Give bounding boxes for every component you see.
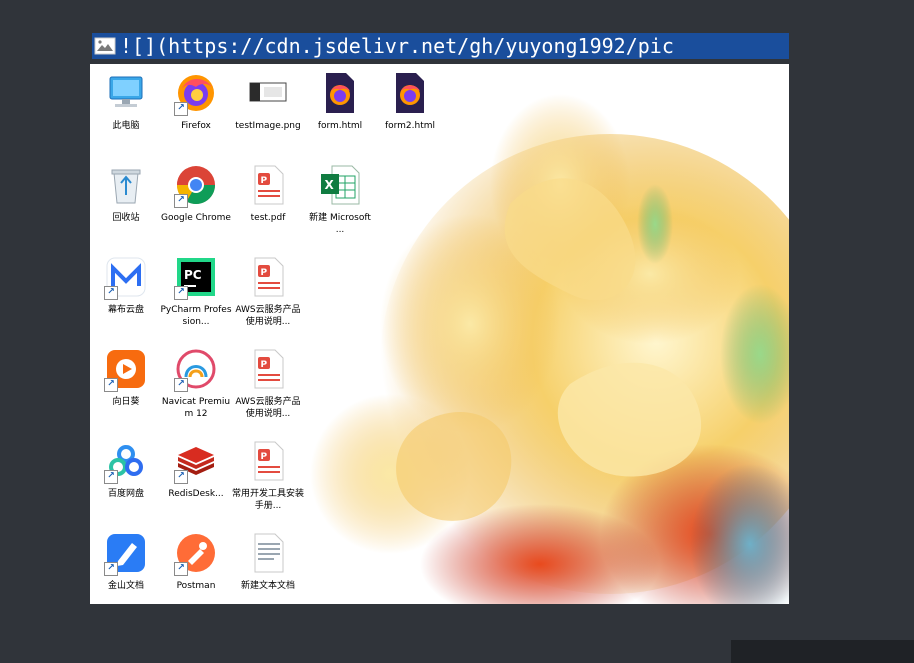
desktop-icon-label: form2.html bbox=[384, 121, 436, 131]
desktop-icon-postman[interactable]: ↗ Postman bbox=[160, 530, 232, 604]
shortcut-arrow-icon: ↗ bbox=[174, 102, 188, 116]
m-app-icon: ↗ bbox=[102, 254, 150, 300]
postman-icon: ↗ bbox=[172, 530, 220, 576]
desktop-icon-firefox[interactable]: ↗ Firefox bbox=[160, 70, 232, 158]
desktop-icon-label: 幕布云盘 bbox=[107, 305, 144, 315]
svg-text:P: P bbox=[261, 268, 268, 278]
sunflower-icon: ↗ bbox=[102, 346, 150, 392]
desktop-icon-firefox-html[interactable]: form.html bbox=[304, 70, 376, 158]
shortcut-arrow-icon: ↗ bbox=[174, 470, 188, 484]
pdf-file-icon: P bbox=[244, 162, 292, 208]
desktop-icon-navicat[interactable]: ↗ Navicat Premium 12 bbox=[160, 346, 232, 434]
shortcut-arrow-icon: ↗ bbox=[104, 286, 118, 300]
desktop-icon-label: 此电脑 bbox=[112, 121, 140, 131]
desktop-icon-label: 金山文档 bbox=[107, 581, 144, 591]
pycharm-icon: PC ↗ bbox=[172, 254, 220, 300]
document-file-icon bbox=[244, 530, 292, 576]
desktop-icon-firefox-html[interactable]: form2.html bbox=[374, 70, 446, 158]
recycle-bin-icon bbox=[102, 162, 150, 208]
desktop-icon-pdf-file[interactable]: P AWS云服务产品使用说明... bbox=[232, 346, 304, 434]
desktop-icon-label: PyCharm Profession... bbox=[160, 305, 232, 327]
svg-text:X: X bbox=[325, 178, 335, 192]
desktop-icon-pdf-file[interactable]: P 常用开发工具安装手册... bbox=[232, 438, 304, 526]
firefox-icon: ↗ bbox=[172, 70, 220, 116]
desktop-icon-pen-app[interactable]: ↗ 金山文档 bbox=[90, 530, 162, 604]
desktop-icon-pdf-file[interactable]: Ptest.pdf bbox=[232, 162, 304, 250]
navicat-icon: ↗ bbox=[172, 346, 220, 392]
redis-icon: ↗ bbox=[172, 438, 220, 484]
desktop-icon-label: Postman bbox=[176, 581, 216, 591]
baidu-netdisk-icon: ↗ bbox=[102, 438, 150, 484]
firefox-html-icon bbox=[386, 70, 434, 116]
desktop-icon-label: RedisDesk... bbox=[168, 489, 224, 499]
shortcut-arrow-icon: ↗ bbox=[174, 562, 188, 576]
desktop-icon-label: Firefox bbox=[181, 121, 211, 131]
pdf-file-icon: P bbox=[244, 438, 292, 484]
desktop-screenshot: 此电脑回收站 ↗ 幕布云盘 ↗ 向日葵 ↗ 百度网盘 ↗ 金山文档 ↗ Firefox ↗ Google… bbox=[90, 64, 789, 604]
desktop-icon-label: AWS云服务产品使用说明... bbox=[235, 397, 301, 419]
svg-text:P: P bbox=[261, 452, 268, 462]
desktop-icon-sunflower[interactable]: ↗ 向日葵 bbox=[90, 346, 162, 434]
svg-text:PC: PC bbox=[184, 268, 202, 282]
pdf-file-icon: P bbox=[244, 346, 292, 392]
desktop-icon-pycharm[interactable]: PC ↗ PyCharm Profession... bbox=[160, 254, 232, 342]
desktop-icon-label: 常用开发工具安装手册... bbox=[232, 489, 304, 511]
desktop-icon-image-file[interactable]: testImage.png bbox=[232, 70, 304, 158]
image-file-icon bbox=[244, 70, 292, 116]
shortcut-arrow-icon: ↗ bbox=[174, 194, 188, 208]
desktop-icon-excel[interactable]: X 新建 Microsoft ... bbox=[304, 162, 376, 250]
desktop-icon-chrome[interactable]: ↗ Google Chrome bbox=[160, 162, 232, 250]
desktop-icon-label: 回收站 bbox=[112, 213, 140, 223]
shortcut-arrow-icon: ↗ bbox=[104, 378, 118, 392]
desktop-icon-label: testImage.png bbox=[235, 121, 301, 131]
desktop-icon-label: 新建文本文档 bbox=[240, 581, 295, 591]
desktop-icon-label: Google Chrome bbox=[161, 213, 231, 223]
desktop-icon-label: test.pdf bbox=[250, 213, 286, 223]
desktop-icon-label: form.html bbox=[317, 121, 363, 131]
desktop-icon-redis[interactable]: ↗ RedisDesk... bbox=[160, 438, 232, 526]
desktop-icon-label: 百度网盘 bbox=[107, 489, 144, 499]
shortcut-arrow-icon: ↗ bbox=[174, 286, 188, 300]
shortcut-arrow-icon: ↗ bbox=[104, 470, 118, 484]
desktop-icon-computer[interactable]: 此电脑 bbox=[90, 70, 162, 158]
computer-icon bbox=[102, 70, 150, 116]
desktop-icon-pdf-file[interactable]: P AWS云服务产品使用说明... bbox=[232, 254, 304, 342]
markdown-image-text: ![](https://cdn.jsdelivr.net/gh/yuyong19… bbox=[120, 34, 674, 58]
desktop-icon-label: AWS云服务产品使用说明... bbox=[235, 305, 301, 327]
desktop-icon-m-app[interactable]: ↗ 幕布云盘 bbox=[90, 254, 162, 342]
desktop-icon-label: Navicat Premium 12 bbox=[161, 397, 231, 419]
chrome-icon: ↗ bbox=[172, 162, 220, 208]
svg-text:P: P bbox=[261, 360, 268, 370]
pen-app-icon: ↗ bbox=[102, 530, 150, 576]
excel-icon: X bbox=[316, 162, 364, 208]
desktop-icon-document-file[interactable]: 新建文本文档 bbox=[232, 530, 304, 604]
corner-overlay bbox=[731, 640, 914, 663]
desktop-icon-recycle-bin[interactable]: 回收站 bbox=[90, 162, 162, 250]
desktop-icon-label: 向日葵 bbox=[112, 397, 140, 407]
desktop-icon-baidu-netdisk[interactable]: ↗ 百度网盘 bbox=[90, 438, 162, 526]
desktop-icon-label: 新建 Microsoft ... bbox=[309, 213, 371, 235]
svg-text:P: P bbox=[261, 176, 268, 186]
shortcut-arrow-icon: ↗ bbox=[174, 378, 188, 392]
pdf-file-icon: P bbox=[244, 254, 292, 300]
broken-image-icon bbox=[94, 37, 116, 55]
shortcut-arrow-icon: ↗ bbox=[104, 562, 118, 576]
firefox-html-icon bbox=[316, 70, 364, 116]
markdown-image-line[interactable]: ![](https://cdn.jsdelivr.net/gh/yuyong19… bbox=[92, 33, 789, 59]
